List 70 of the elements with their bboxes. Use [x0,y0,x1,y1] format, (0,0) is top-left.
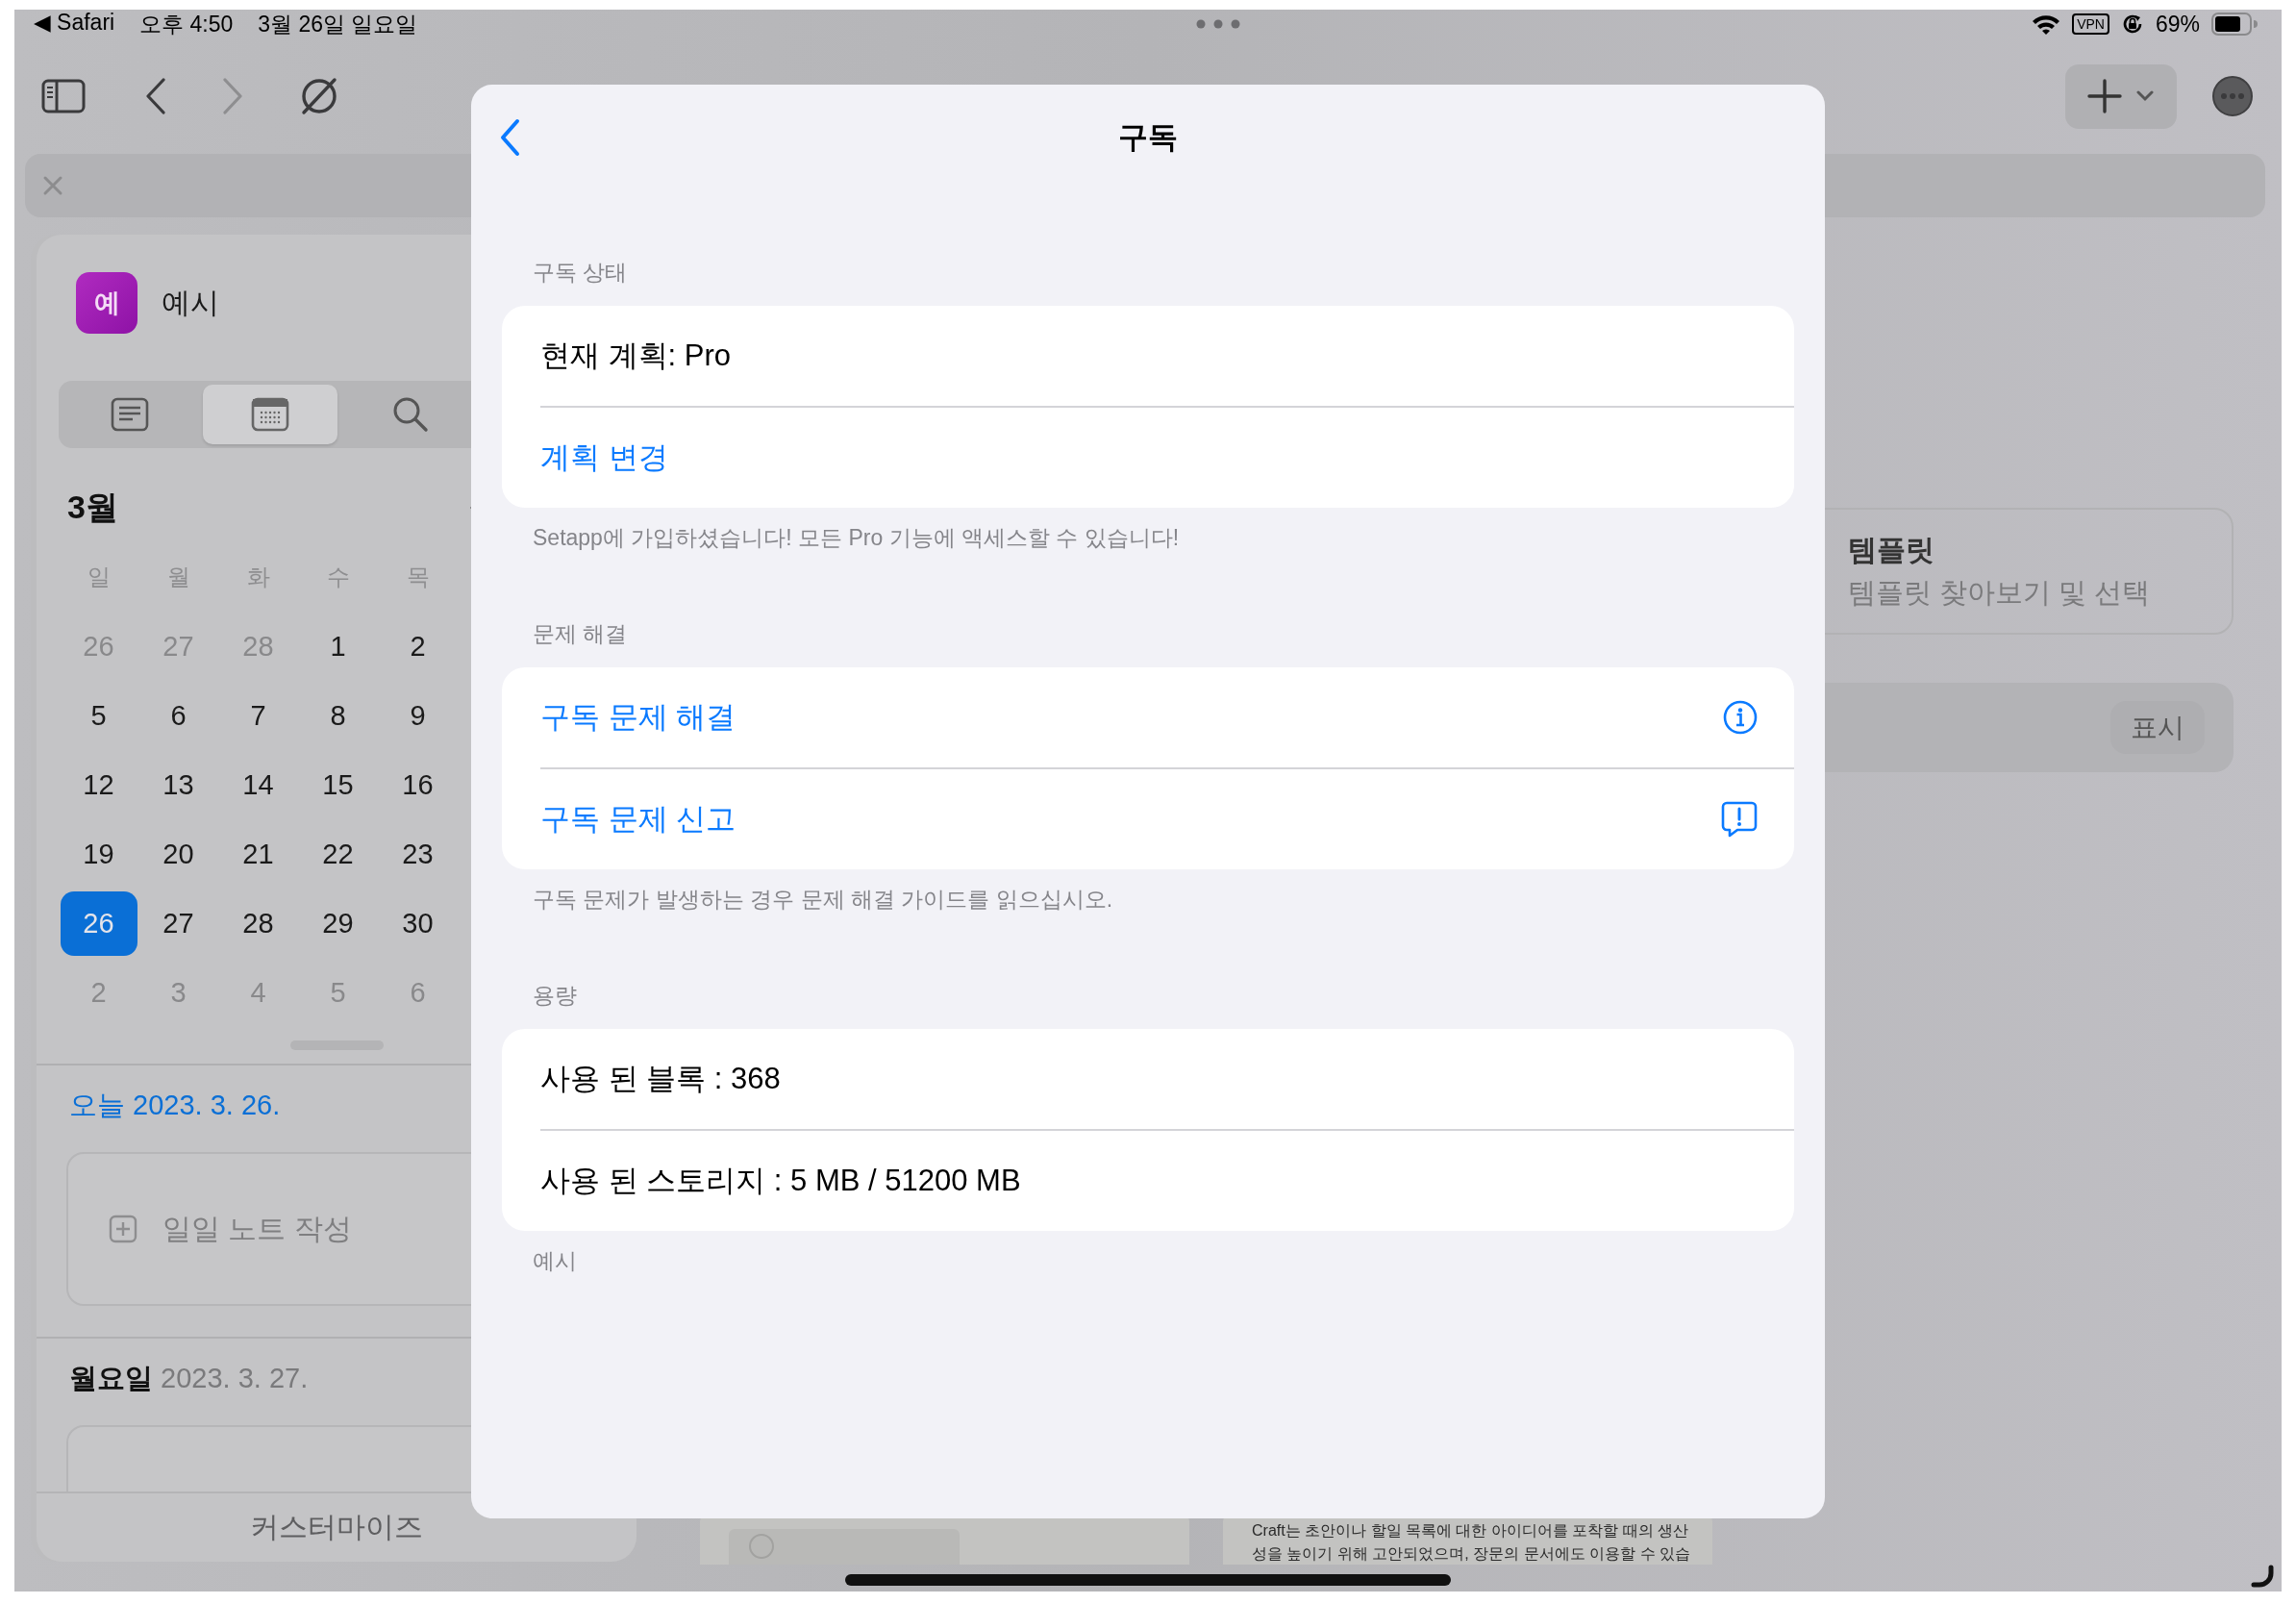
calendar-day[interactable]: 2 [379,614,457,679]
search-icon [391,395,430,434]
link-row[interactable]: 구독 문제 신고 [502,769,1794,869]
slashed-circle-icon[interactable] [299,76,339,116]
back-icon[interactable] [145,78,166,114]
battery-percentage: 69% [2155,11,2200,38]
create-note-label: 일일 노트 작성 [162,1211,352,1246]
sheet-title: 구독 [1118,119,1178,156]
caret-icon [2135,90,2155,102]
calendar-day[interactable]: 9 [379,683,457,748]
add-icon [109,1215,137,1243]
link-row[interactable]: 구독 문제 해결 [502,667,1794,767]
exclamation-bubble-icon [1721,801,1758,838]
calendar-day[interactable]: 16 [379,752,457,817]
document-icon [111,397,149,432]
template-title: 템플릿 [1848,532,1935,567]
back-to-app-link[interactable]: ◀ Safari [34,10,115,39]
template-subtitle: 템플릿 찾아보기 및 선택 [1848,575,2152,610]
calendar-day[interactable]: 8 [299,683,377,748]
add-menu-button[interactable] [2065,63,2177,129]
section-footer: 예시 [502,1246,1794,1275]
calendar-day[interactable]: 19 [60,821,137,887]
resize-corner-icon[interactable] [2251,1565,2274,1588]
day-heading: 월요일 2023. 3. 27. [69,1362,310,1394]
vpn-badge: VPN [2072,13,2109,35]
info-text: 사용 된 블록 : 368 [540,1061,781,1097]
calendar-day[interactable]: 13 [139,752,217,817]
preview-text: 성을 높이기 위해 고안되었으며, 장문의 문서에도 이용할 수 있습 [1252,1544,1691,1564]
calendar-day[interactable]: 23 [379,821,457,887]
preview-text: Craft는 초안이나 할일 목록에 대한 아이디어를 포착할 때의 생산 [1252,1521,1690,1541]
calendar-day[interactable]: 21 [219,821,297,887]
calendar-day[interactable]: 29 [299,890,377,956]
space-name: 예시 [162,285,219,320]
wifi-icon [2032,13,2061,35]
month-title: 3월 [67,488,118,527]
status-date: 3월 26일 일요일 [258,10,418,38]
space-icon[interactable]: 예 [76,272,137,334]
calendar-day[interactable]: 6 [139,683,217,748]
calendar-day[interactable]: 1 [299,614,377,679]
section-footer: Setapp에 가입하셨습니다! 모든 Pro 기능에 액세스할 수 있습니다! [502,523,1794,552]
calendar-day[interactable]: 12 [60,752,137,817]
battery-icon [2211,13,2258,36]
view-tab[interactable] [203,385,337,444]
section-header: 문제 해결 [532,620,629,648]
more-icon[interactable] [2212,76,2253,116]
link-row[interactable]: 계획 변경 [502,408,1794,508]
section-footer: 구독 문제가 발생하는 경우 문제 해결 가이드를 읽으십시오. [502,885,1794,914]
info-text: 사용 된 스토리지 : 5 MB / 51200 MB [540,1163,1021,1199]
sidebar-toggle-icon[interactable] [41,79,86,113]
multitasking-dots-icon[interactable] [1196,19,1241,29]
calendar-day[interactable]: 7 [219,683,297,748]
section-header: 구독 상태 [532,259,629,287]
calendar-day[interactable]: 14 [219,752,297,817]
calendar-icon [251,397,289,432]
calendar-day[interactable]: 30 [379,890,457,956]
calendar-day[interactable]: 20 [139,821,217,887]
calendar-day[interactable]: 15 [299,752,377,817]
preview-card[interactable]: Craft는 초안이나 할일 목록에 대한 아이디어를 포착할 때의 생산 성을 높이기 위해 고안되었으며, 장문의 문서에도 이용할 수 있습 [1223,1516,1712,1565]
day-heading: 오늘 2023. 3. 26. [69,1089,282,1121]
plus-icon [2087,79,2122,113]
back-icon[interactable] [499,118,520,157]
info-text: 현재 계획: Pro [540,338,732,374]
calendar-day[interactable]: 22 [299,821,377,887]
info-icon [1723,700,1758,735]
status-time: 오후 4:50 [139,10,234,38]
calendar-day[interactable]: 27 [139,890,217,956]
calendar-day[interactable]: 28 [219,890,297,956]
section-header: 용량 [532,982,578,1010]
calendar-day[interactable]: 26 [60,890,137,956]
calendar-day[interactable]: 5 [60,683,137,748]
